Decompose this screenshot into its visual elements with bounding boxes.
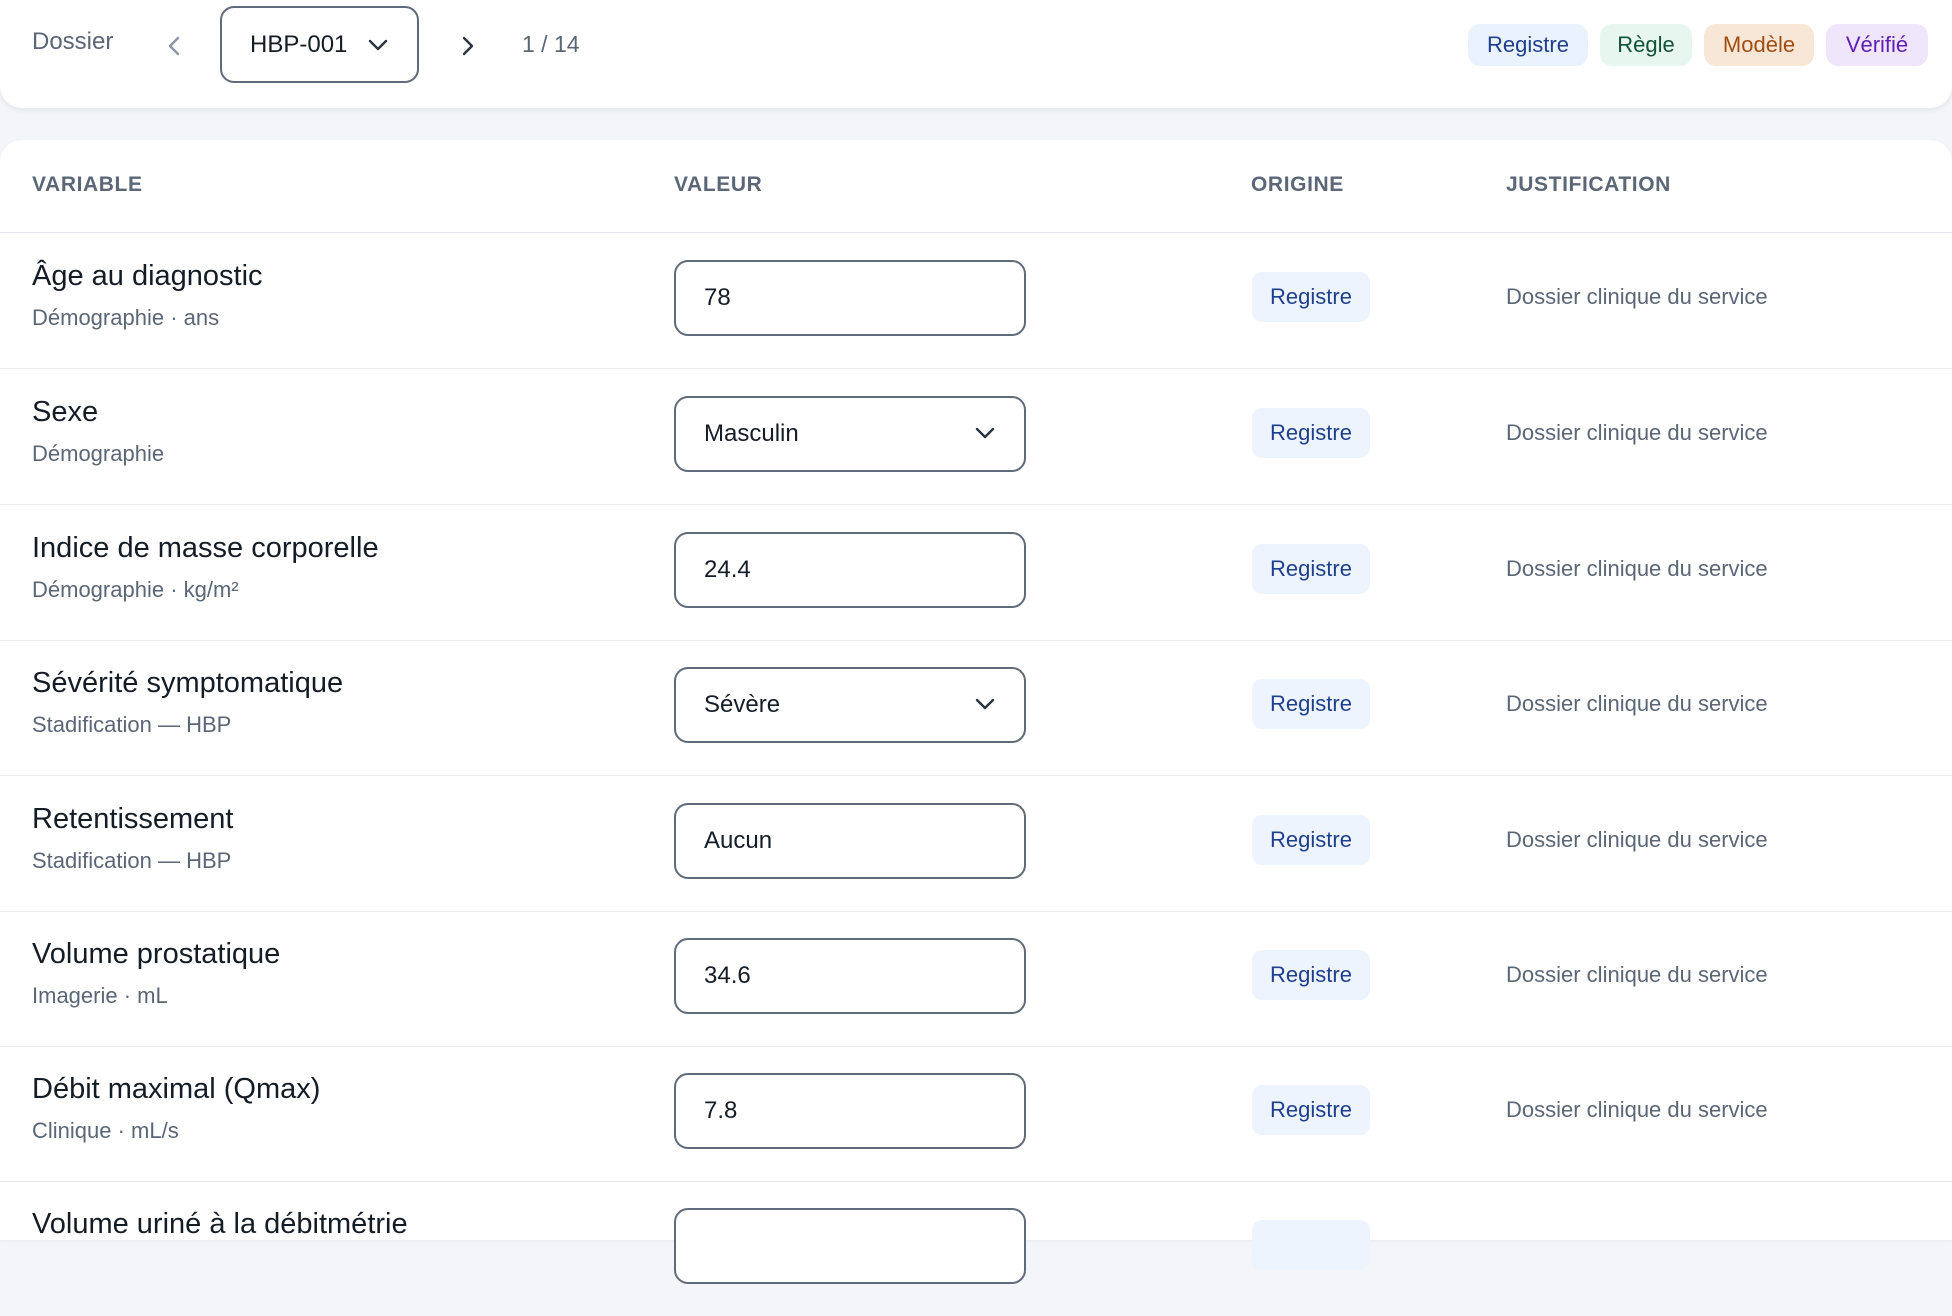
value-input[interactable]: 24.4 bbox=[674, 532, 1026, 608]
variable-meta: Démographie · ans bbox=[32, 305, 220, 330]
origin-badge: Registre bbox=[1252, 815, 1370, 865]
chevron-down-icon bbox=[975, 427, 995, 439]
value-input[interactable]: 7.8 bbox=[674, 1073, 1026, 1149]
variable-meta: Imagerie · mL bbox=[32, 983, 168, 1008]
variable-name: Débit maximal (Qmax) bbox=[32, 1073, 321, 1105]
table-header: VARIABLE VALEUR ORIGINE JUSTIFICATION bbox=[0, 140, 1952, 233]
justification-text: Dossier clinique du service bbox=[1506, 1097, 1768, 1122]
origin-badge: Registre bbox=[1252, 408, 1370, 458]
table-row: Volume uriné à la débitmétrie bbox=[0, 1181, 1952, 1316]
value-text: Masculin bbox=[704, 420, 799, 447]
value-select[interactable]: Sévère bbox=[674, 667, 1026, 743]
case-select[interactable]: HBP-001 bbox=[220, 6, 419, 83]
value-text: 34.6 bbox=[704, 962, 751, 989]
origin-badge: Registre bbox=[1252, 679, 1370, 729]
legend-badge-modele: Modèle bbox=[1704, 24, 1814, 66]
origin-badge: Registre bbox=[1252, 272, 1370, 322]
variable-meta: Démographie · kg/m² bbox=[32, 577, 239, 602]
origin-badge: Registre bbox=[1252, 950, 1370, 1000]
previous-case-button[interactable] bbox=[154, 26, 194, 66]
variable-meta: Stadification — HBP bbox=[32, 712, 232, 737]
variable-name: Volume uriné à la débitmétrie bbox=[32, 1208, 408, 1240]
table-row: Âge au diagnostic Démographie · ans 78 R… bbox=[0, 233, 1952, 369]
next-case-button[interactable] bbox=[448, 26, 488, 66]
table-row: Sévérité symptomatique Stadification — H… bbox=[0, 640, 1952, 776]
variable-meta: Stadification — HBP bbox=[32, 848, 232, 873]
justification-text: Dossier clinique du service bbox=[1506, 556, 1768, 581]
case-counter: 1 / 14 bbox=[522, 31, 580, 57]
dossier-label: Dossier bbox=[32, 28, 114, 55]
value-input[interactable]: 78 bbox=[674, 260, 1026, 336]
legend-badge-verifie: Vérifié bbox=[1826, 24, 1928, 66]
origin-badge: Registre bbox=[1252, 544, 1370, 594]
table-row: Retentissement Stadification — HBP Aucun… bbox=[0, 776, 1952, 912]
table-row: Sexe Démographie Masculin Registre Dossi… bbox=[0, 369, 1952, 505]
value-input[interactable]: Aucun bbox=[674, 803, 1026, 879]
justification-text: Dossier clinique du service bbox=[1506, 962, 1768, 987]
variable-name: Âge au diagnostic bbox=[32, 260, 263, 292]
variable-name: Indice de masse corporelle bbox=[32, 532, 379, 564]
justification-text: Dossier clinique du service bbox=[1506, 420, 1768, 445]
variables-table: VARIABLE VALEUR ORIGINE JUSTIFICATION Âg… bbox=[0, 140, 1952, 1284]
value-input[interactable]: 34.6 bbox=[674, 938, 1026, 1014]
column-header-origine: ORIGINE bbox=[1251, 173, 1344, 196]
legend-badge-registre: Registre bbox=[1468, 24, 1588, 66]
justification-text: Dossier clinique du service bbox=[1506, 691, 1768, 716]
justification-text: Dossier clinique du service bbox=[1506, 284, 1768, 309]
variable-meta: Démographie bbox=[32, 441, 165, 466]
value-input[interactable] bbox=[674, 1208, 1026, 1284]
value-text: Aucun bbox=[704, 827, 773, 854]
column-header-valeur: VALEUR bbox=[674, 173, 763, 196]
chevron-down-icon bbox=[975, 698, 995, 710]
variable-meta: Clinique · mL/s bbox=[32, 1118, 179, 1143]
legend-badge-regle: Règle bbox=[1600, 24, 1692, 66]
justification-text: Dossier clinique du service bbox=[1506, 827, 1768, 852]
value-text: 78 bbox=[704, 284, 731, 311]
table-row: Volume prostatique Imagerie · mL 34.6 Re… bbox=[0, 911, 1952, 1047]
table-row: Indice de masse corporelle Démographie ·… bbox=[0, 505, 1952, 641]
variable-name: Volume prostatique bbox=[32, 938, 281, 970]
case-select-value: HBP-001 bbox=[250, 30, 348, 58]
chevron-down-icon bbox=[368, 39, 388, 51]
variable-name: Retentissement bbox=[32, 803, 234, 835]
value-text: 7.8 bbox=[704, 1097, 738, 1124]
table-row: Débit maximal (Qmax) Clinique · mL/s 7.8… bbox=[0, 1046, 1952, 1182]
chevron-left-icon bbox=[168, 36, 180, 56]
value-text: 24.4 bbox=[704, 556, 751, 583]
top-bar: Dossier HBP-001 1 / 14 Registre Règle Mo… bbox=[0, 0, 1952, 108]
origin-badge bbox=[1252, 1220, 1370, 1270]
origin-badge: Registre bbox=[1252, 1085, 1370, 1135]
column-header-justification: JUSTIFICATION bbox=[1506, 173, 1671, 196]
variable-name: Sexe bbox=[32, 396, 99, 428]
value-text: Sévère bbox=[704, 691, 781, 718]
chevron-right-icon bbox=[462, 36, 474, 56]
value-select[interactable]: Masculin bbox=[674, 396, 1026, 472]
variable-name: Sévérité symptomatique bbox=[32, 667, 344, 699]
column-header-variable: VARIABLE bbox=[32, 173, 143, 196]
